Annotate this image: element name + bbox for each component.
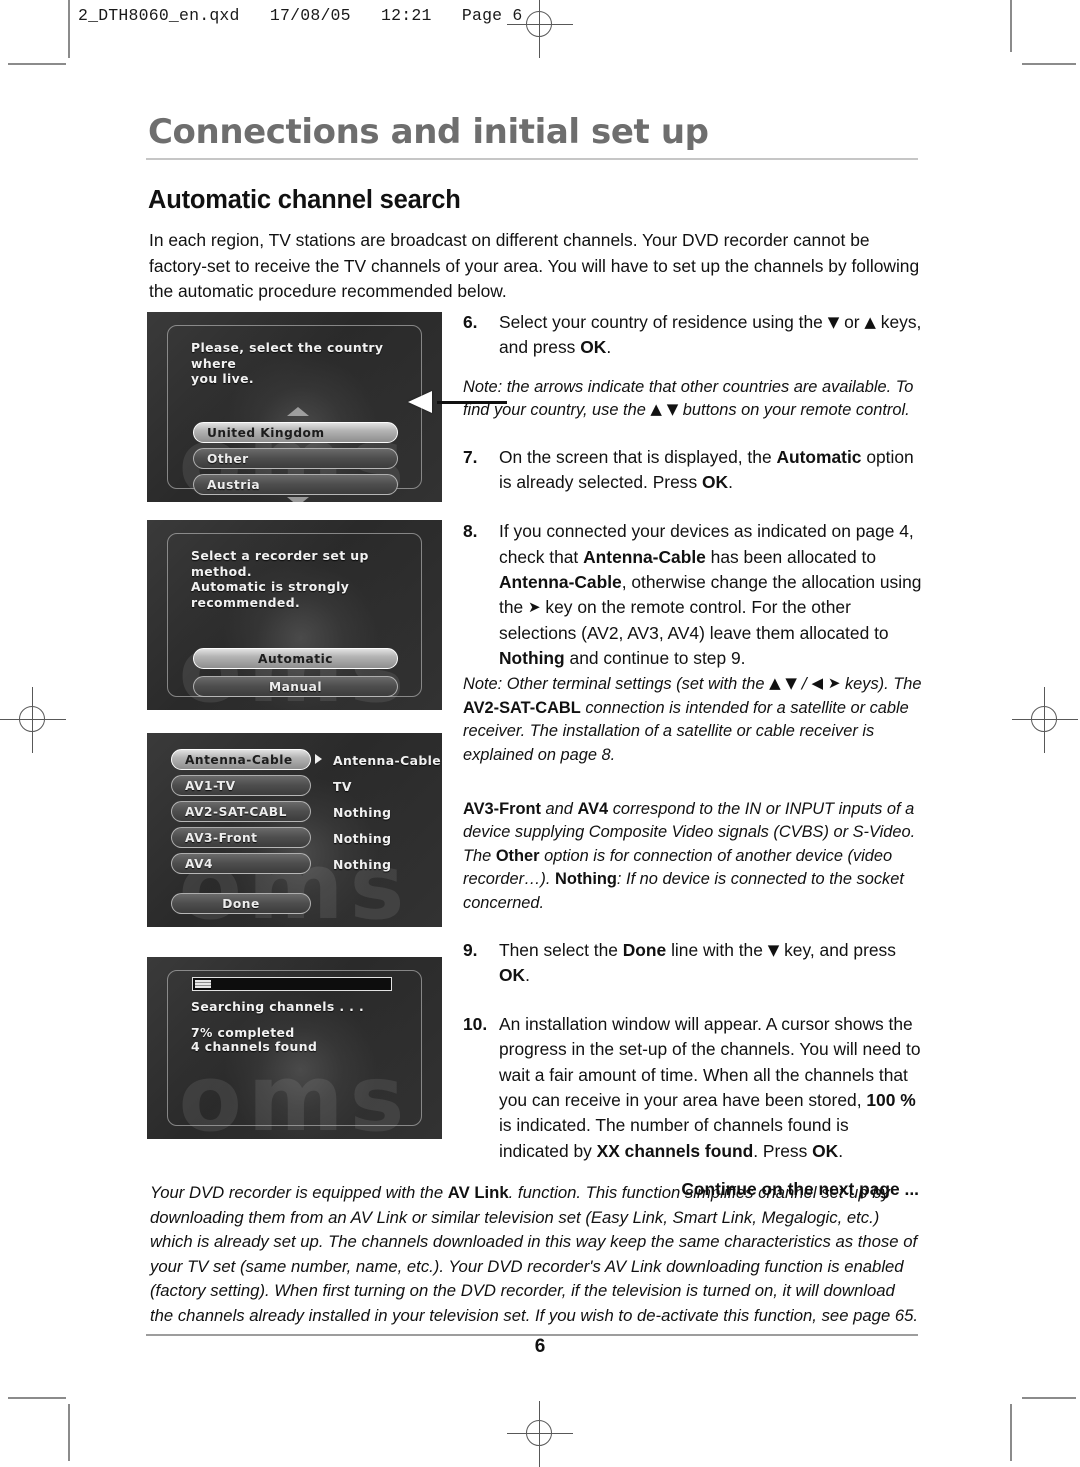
note-8-nothing-label: Nothing <box>555 870 617 889</box>
down-arrow-icon: ▼ <box>827 313 840 331</box>
note-8-other-label: Other <box>495 846 540 865</box>
osd-option-manual[interactable]: Manual <box>193 676 398 697</box>
step-6-text-before: Select your country of residence using t… <box>499 312 828 332</box>
title-divider <box>146 158 918 160</box>
note-6-line-1: Note: the arrows indicate that other cou… <box>463 377 892 396</box>
note-8-line-3-text-1: and <box>541 799 578 818</box>
osd-terminal-av2-sat-cabl[interactable]: AV2-SAT-CABL <box>171 801 311 822</box>
step-9-text-3: key, and press <box>779 939 896 960</box>
osd-allocation-av3-front: Nothing <box>333 831 392 846</box>
note-after-step-8-terminals: Note: Other terminal settings (set with … <box>463 673 923 767</box>
up-down-arrow-icon: ▲ ▼ <box>650 400 679 419</box>
step-8-nothing-label: Nothing <box>499 647 565 668</box>
step-10-xx-channels-found-label: XX channels found <box>596 1140 754 1161</box>
section-title: Automatic channel search <box>148 186 461 214</box>
screenshot-country-select: oms Please, select the country where you… <box>147 312 442 502</box>
step-10: 10. An installation window will appear. A… <box>463 1012 923 1164</box>
chapter-title: Connections and initial set up <box>148 112 709 152</box>
selection-caret-icon <box>315 754 322 764</box>
step-9-text-2: line with the <box>666 939 768 960</box>
step-8: 8. If you connected your devices as indic… <box>463 519 923 671</box>
step-7-number: 7. <box>463 446 478 467</box>
step-9-text-1: Then select the <box>499 939 623 960</box>
note-8-av2-sat-cabl-label: AV2-SAT-CABL <box>463 698 581 717</box>
step-10-100-percent-label: 100 % <box>866 1089 916 1110</box>
screen-message: Select a recorder set up method. Automat… <box>191 548 369 610</box>
step-8-antenna-cable-2: Antenna-Cable <box>499 571 622 592</box>
screenshot-searching-channels: oms Searching channels . . . 7% complete… <box>147 957 442 1139</box>
step-9: 9. Then select the Done line with the ▼ k… <box>463 938 923 989</box>
osd-option-austria[interactable]: Austria <box>193 474 398 495</box>
step-10-number: 10. <box>463 1014 488 1035</box>
footnote-text-1: Your DVD recorder is equipped with the <box>150 1183 448 1202</box>
step-10-ok-label: OK <box>812 1140 839 1161</box>
screenshot-terminal-allocation: oms Antenna-Cable Antenna-Cable AV1-TV T… <box>147 733 442 927</box>
step-6-text-mid: or <box>839 312 865 332</box>
search-status-text: Searching channels . . . <box>191 999 365 1014</box>
osd-terminal-av1-tv[interactable]: AV1-TV <box>171 775 311 796</box>
document-page: Connections and initial set up Automatic… <box>0 0 1080 1461</box>
step-8-antenna-cable-1: Antenna-Cable <box>583 546 706 567</box>
step-10-text-4: . <box>838 1140 844 1161</box>
step-7: 7. On the screen that is displayed, the A… <box>463 445 923 496</box>
av-link-footnote: Your DVD recorder is equipped with the A… <box>150 1181 922 1329</box>
osd-option-automatic[interactable]: Automatic <box>193 648 398 669</box>
step-9-number: 9. <box>463 939 478 960</box>
search-found-text: 4 channels found <box>191 1039 318 1054</box>
screenshot-setup-method: oms Select a recorder set up method. Aut… <box>147 520 442 710</box>
step-6-period: . <box>606 337 612 358</box>
progress-bar <box>192 977 392 991</box>
step-7-text-before: On the screen that is displayed, the <box>499 446 777 467</box>
step-6-ok-label: OK <box>580 337 607 358</box>
step-10-text-3: . Press <box>753 1140 813 1161</box>
down-arrow-icon: ▼ <box>767 940 780 959</box>
osd-option-other[interactable]: Other <box>193 448 398 469</box>
step-6-number: 6. <box>463 312 478 332</box>
osd-terminal-av4[interactable]: AV4 <box>171 853 311 874</box>
osd-done-button[interactable]: Done <box>171 893 311 914</box>
note-after-step-6: Note: the arrows indicate that other cou… <box>463 376 923 423</box>
osd-allocation-antenna-cable: Antenna-Cable <box>333 753 442 768</box>
step-8-number: 8. <box>463 521 478 542</box>
step-9-ok-label: OK <box>499 964 526 985</box>
up-arrow-icon: ▲ <box>864 313 876 331</box>
osd-option-united-kingdom[interactable]: United Kingdom <box>193 422 398 443</box>
page-number: 6 <box>534 1336 546 1357</box>
step-7-period: . <box>728 472 733 493</box>
step-10-text-1: An installation window will appear. A cu… <box>499 1014 921 1110</box>
note-6-line-2-after: buttons on your remote control. <box>678 401 910 420</box>
osd-allocation-av1-tv: TV <box>333 779 352 794</box>
note-8-line-1-after: keys). <box>840 675 889 694</box>
step-6: 6. Select your country of residence using… <box>463 310 923 361</box>
note-8-line-1-before: Note: Other terminal settings (set with … <box>463 675 770 694</box>
step-8-text-4: key on the remote control. For the other… <box>499 597 889 643</box>
footnote-text-2: . function. This function simplifies cha… <box>150 1183 919 1325</box>
instruction-steps: 6. Select your country of residence using… <box>463 310 923 1200</box>
right-arrow-icon: ➤ <box>528 598 541 617</box>
step-7-ok-label: OK <box>701 472 729 493</box>
osd-terminal-antenna-cable[interactable]: Antenna-Cable <box>171 749 311 770</box>
osd-allocation-av4: Nothing <box>333 857 392 872</box>
progress-bar-fill <box>195 980 211 988</box>
osd-terminal-av3-front[interactable]: AV3-Front <box>171 827 311 848</box>
scroll-down-arrow-icon[interactable] <box>287 497 309 502</box>
note-after-step-8-inputs: AV3-Front and AV4 correspond to the IN o… <box>463 798 923 916</box>
screen-message: Please, select the country where you liv… <box>191 340 384 386</box>
note-8-av3-front-label: AV3-Front <box>463 799 541 818</box>
scroll-up-arrow-icon[interactable] <box>287 407 309 416</box>
step-8-text-5: and continue to step 9. <box>564 647 746 668</box>
direction-arrows-icon: ▲ ▼ / ◀ ➤ <box>769 674 841 693</box>
note-8-av4-label: AV4 <box>577 799 609 818</box>
step-7-automatic-label: Automatic <box>776 446 862 467</box>
note-8-line-2-before: The <box>893 675 922 694</box>
step-8-text-2: has been allocated to <box>705 546 876 567</box>
osd-allocation-av2-sat-cabl: Nothing <box>333 805 392 820</box>
callout-arrow-icon <box>408 391 432 413</box>
step-9-done-label: Done <box>622 939 667 960</box>
intro-paragraph: In each region, TV stations are broadcas… <box>149 230 920 301</box>
footnote-av-link-label: AV Link <box>447 1183 509 1202</box>
step-9-text-4: . <box>525 964 530 985</box>
